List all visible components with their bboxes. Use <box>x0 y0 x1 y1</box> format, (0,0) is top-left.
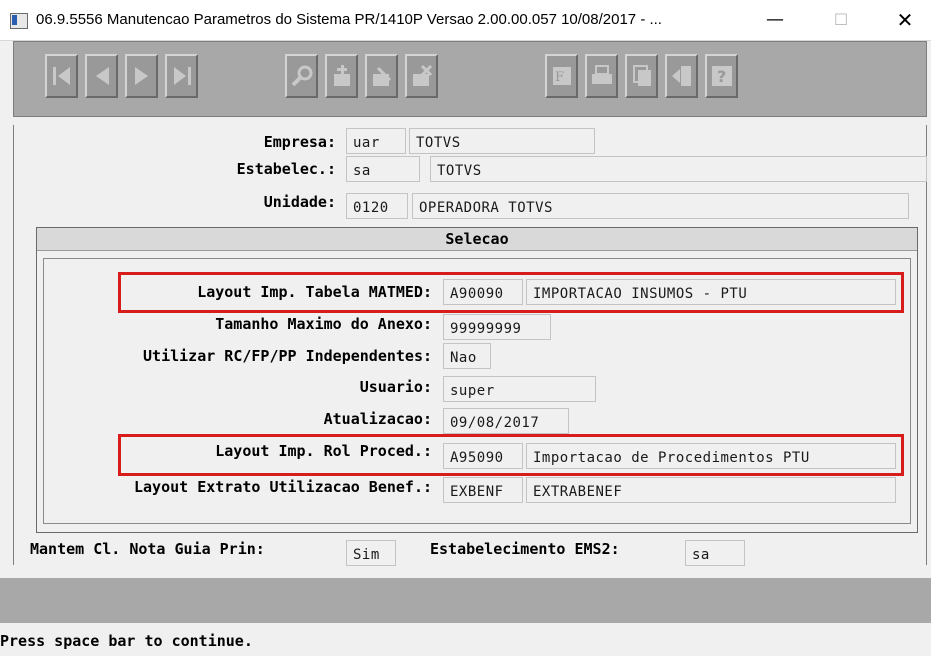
delete-icon <box>413 64 433 86</box>
estabelec-code-field[interactable]: sa <box>346 156 420 182</box>
highlight-matmed <box>118 272 904 313</box>
utilizar-field[interactable]: Nao <box>443 343 491 369</box>
status-message: Press space bar to continue. <box>0 632 253 650</box>
last-record-button[interactable] <box>165 54 198 98</box>
search-button[interactable] <box>285 54 318 98</box>
window-title: 06.9.5556 Manutencao Parametros do Siste… <box>36 11 662 28</box>
edit-icon <box>373 66 392 86</box>
unidade-label: Unidade: <box>263 193 336 211</box>
estab-ems2-field[interactable]: sa <box>685 540 745 566</box>
delete-button[interactable] <box>405 54 438 98</box>
title-bar: 06.9.5556 Manutencao Parametros do Siste… <box>0 0 931 41</box>
highlight-rol <box>118 434 904 476</box>
toolbar: F ? <box>13 41 927 117</box>
atualizacao-label: Atualizacao: <box>323 410 432 428</box>
empresa-code-field[interactable]: uar <box>346 128 406 154</box>
filter-button[interactable]: F <box>545 54 578 98</box>
exit-icon <box>672 66 691 86</box>
last-icon <box>174 67 191 85</box>
utilizar-label: Utilizar RC/FP/PP Independentes: <box>143 347 432 365</box>
dialog-title: Selecao <box>37 228 917 251</box>
layout-extrato-code-field[interactable]: EXBENF <box>443 477 523 503</box>
minimize-button[interactable]: — <box>752 0 798 40</box>
copy-icon <box>633 65 651 86</box>
mantem-field[interactable]: Sim <box>346 540 396 566</box>
next-record-button[interactable] <box>125 54 158 98</box>
layout-extrato-label: Layout Extrato Utilizacao Benef.: <box>133 478 432 496</box>
first-record-button[interactable] <box>45 54 78 98</box>
status-bar: Press space bar to continue. <box>0 623 931 656</box>
close-button[interactable]: ✕ <box>882 0 928 40</box>
maximize-button[interactable]: ☐ <box>818 0 864 40</box>
empresa-label: Empresa: <box>263 133 336 151</box>
atualizacao-field: 09/08/2017 <box>443 408 569 434</box>
next-icon <box>135 67 148 85</box>
help-icon: ? <box>712 66 732 86</box>
app-icon <box>10 13 28 29</box>
exit-button[interactable] <box>665 54 698 98</box>
edit-button[interactable] <box>365 54 398 98</box>
copy-button[interactable] <box>625 54 658 98</box>
estabelec-label: Estabelec.: <box>236 160 336 178</box>
estabelec-name-field: TOTVS <box>430 156 927 182</box>
bottom-bar <box>0 578 931 623</box>
layout-extrato-desc-field: EXTRABENEF <box>526 477 896 503</box>
help-button[interactable]: ? <box>705 54 738 98</box>
print-icon <box>592 65 612 84</box>
unidade-name-field: OPERADORA TOTVS <box>412 193 909 219</box>
previous-record-button[interactable] <box>85 54 118 98</box>
empresa-name-field: TOTVS <box>409 128 595 154</box>
search-icon <box>291 65 313 87</box>
add-icon <box>334 65 350 86</box>
usuario-field: super <box>443 376 596 402</box>
tamanho-field[interactable]: 99999999 <box>443 314 551 340</box>
svg-text:?: ? <box>717 67 726 86</box>
mantem-label: Mantem Cl. Nota Guia Prin: <box>30 540 265 558</box>
first-icon <box>53 67 70 85</box>
filter-icon: F <box>553 67 571 85</box>
unidade-code-field[interactable]: 0120 <box>346 193 408 219</box>
add-button[interactable] <box>325 54 358 98</box>
usuario-label: Usuario: <box>359 378 432 396</box>
estab-ems2-label: Estabelecimento EMS2: <box>430 540 620 558</box>
previous-icon <box>96 67 109 85</box>
tamanho-label: Tamanho Maximo do Anexo: <box>215 315 432 333</box>
svg-text:F: F <box>555 70 564 85</box>
print-button[interactable] <box>585 54 618 98</box>
